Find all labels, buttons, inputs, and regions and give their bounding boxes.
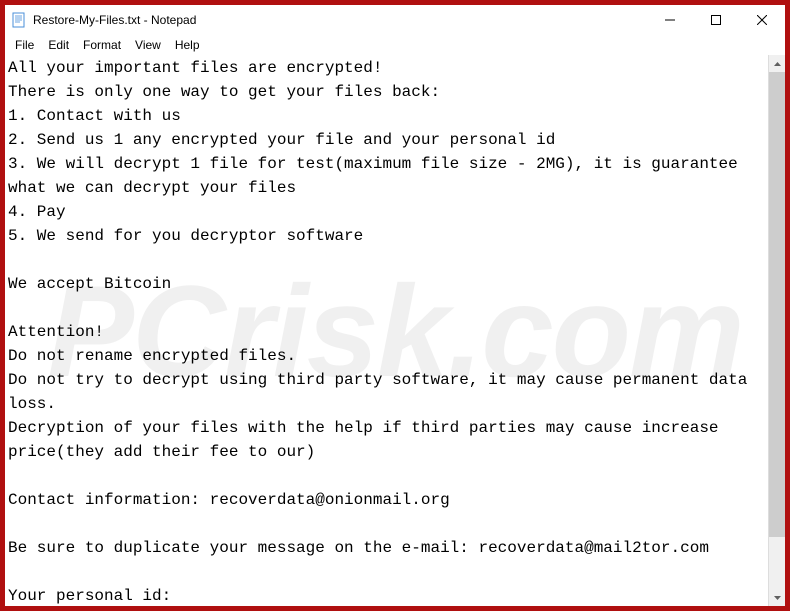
scroll-track[interactable]	[769, 72, 785, 589]
scroll-thumb[interactable]	[769, 72, 785, 537]
scroll-down-arrow[interactable]	[769, 589, 785, 606]
menu-file[interactable]: File	[9, 37, 40, 53]
window-title: Restore-My-Files.txt - Notepad	[33, 13, 647, 27]
menu-format[interactable]: Format	[77, 37, 127, 53]
menu-help[interactable]: Help	[169, 37, 206, 53]
maximize-button[interactable]	[693, 5, 739, 35]
vertical-scrollbar[interactable]	[768, 55, 785, 606]
text-editor[interactable]: All your important files are encrypted! …	[5, 55, 768, 606]
window-controls	[647, 5, 785, 35]
editor-area: PCrisk.com All your important files are …	[5, 55, 785, 606]
titlebar[interactable]: Restore-My-Files.txt - Notepad	[5, 5, 785, 35]
menu-edit[interactable]: Edit	[42, 37, 75, 53]
notepad-icon	[11, 12, 27, 28]
close-button[interactable]	[739, 5, 785, 35]
notepad-window: Restore-My-Files.txt - Notepad File Edit…	[5, 5, 785, 606]
menubar: File Edit Format View Help	[5, 35, 785, 55]
minimize-button[interactable]	[647, 5, 693, 35]
scroll-up-arrow[interactable]	[769, 55, 785, 72]
menu-view[interactable]: View	[129, 37, 167, 53]
